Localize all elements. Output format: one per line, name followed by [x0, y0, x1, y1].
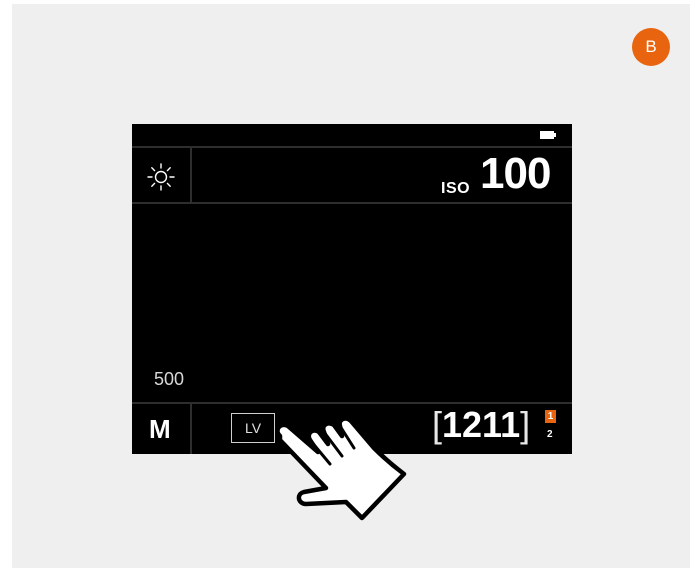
shot-count-value: 1211: [442, 404, 521, 445]
divider-top: [132, 146, 572, 148]
divider-wb: [190, 148, 192, 202]
live-view-label: LV: [244, 420, 262, 436]
step-badge: B: [632, 28, 670, 66]
camera-display: ISO 100 500 M LV [1211] 1 2: [132, 124, 572, 454]
tap-hand-icon: [275, 416, 407, 521]
shutter-speed-value: 500: [154, 369, 185, 389]
card-slot-other: 2: [547, 429, 553, 440]
battery-icon: [540, 131, 556, 139]
shot-count-bracket-close: ]: [520, 404, 531, 445]
exposure-mode[interactable]: M: [149, 414, 171, 445]
iso-value[interactable]: 100: [480, 152, 551, 196]
card-slot-active-label: 1: [547, 411, 554, 422]
iso-label: ISO: [441, 180, 471, 197]
shot-count-bracket-open: [: [432, 404, 443, 445]
sun-icon[interactable]: [146, 162, 176, 192]
divider-mode: [190, 404, 192, 454]
shot-count: [1211]: [432, 407, 530, 443]
step-badge-label: B: [645, 37, 657, 56]
card-slot-active: 1: [545, 410, 556, 423]
divider-header: [132, 202, 572, 204]
